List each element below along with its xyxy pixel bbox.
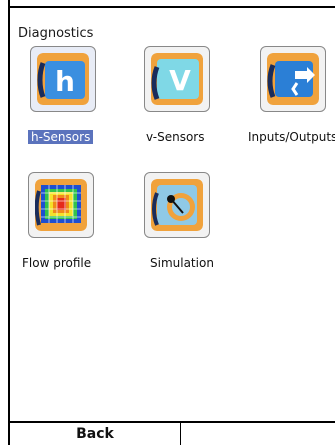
v-sensors-thumb[interactable]: V	[144, 46, 210, 112]
v-sensors-label[interactable]: v-Sensors	[146, 130, 205, 144]
simulation-thumb[interactable]	[144, 172, 210, 238]
h-sensor-icon: h	[37, 53, 89, 105]
flow-profile-icon	[35, 179, 87, 231]
back-button[interactable]: Back	[10, 423, 181, 445]
menu-item-h-sensors[interactable]: h h-Sensors	[16, 46, 116, 144]
inputs-outputs-thumb[interactable]	[260, 46, 326, 112]
diagnostics-screen: Diagnostics h h-Sensors V v-Sensors Inpu…	[8, 0, 335, 445]
flow-profile-thumb[interactable]	[28, 172, 94, 238]
inputs-outputs-icon	[267, 53, 319, 105]
svg-text:h: h	[55, 65, 75, 98]
softkey-bar: Back	[10, 421, 335, 445]
menu-item-inputs-outputs[interactable]: Inputs/Outputs	[246, 46, 335, 144]
menu-item-simulation[interactable]: Simulation	[130, 172, 230, 270]
menu-item-v-sensors[interactable]: V v-Sensors	[130, 46, 230, 144]
h-sensors-label[interactable]: h-Sensors	[28, 130, 94, 144]
v-sensor-icon: V	[151, 53, 203, 105]
simulation-icon	[151, 179, 203, 231]
inputs-outputs-label[interactable]: Inputs/Outputs	[248, 130, 335, 144]
page-title: Diagnostics	[18, 26, 94, 41]
simulation-label[interactable]: Simulation	[150, 256, 214, 270]
h-sensors-thumb[interactable]: h	[30, 46, 96, 112]
flow-profile-label[interactable]: Flow profile	[22, 256, 91, 270]
menu-item-flow-profile[interactable]: Flow profile	[16, 172, 116, 270]
top-divider	[10, 0, 335, 8]
svg-text:V: V	[169, 64, 191, 97]
